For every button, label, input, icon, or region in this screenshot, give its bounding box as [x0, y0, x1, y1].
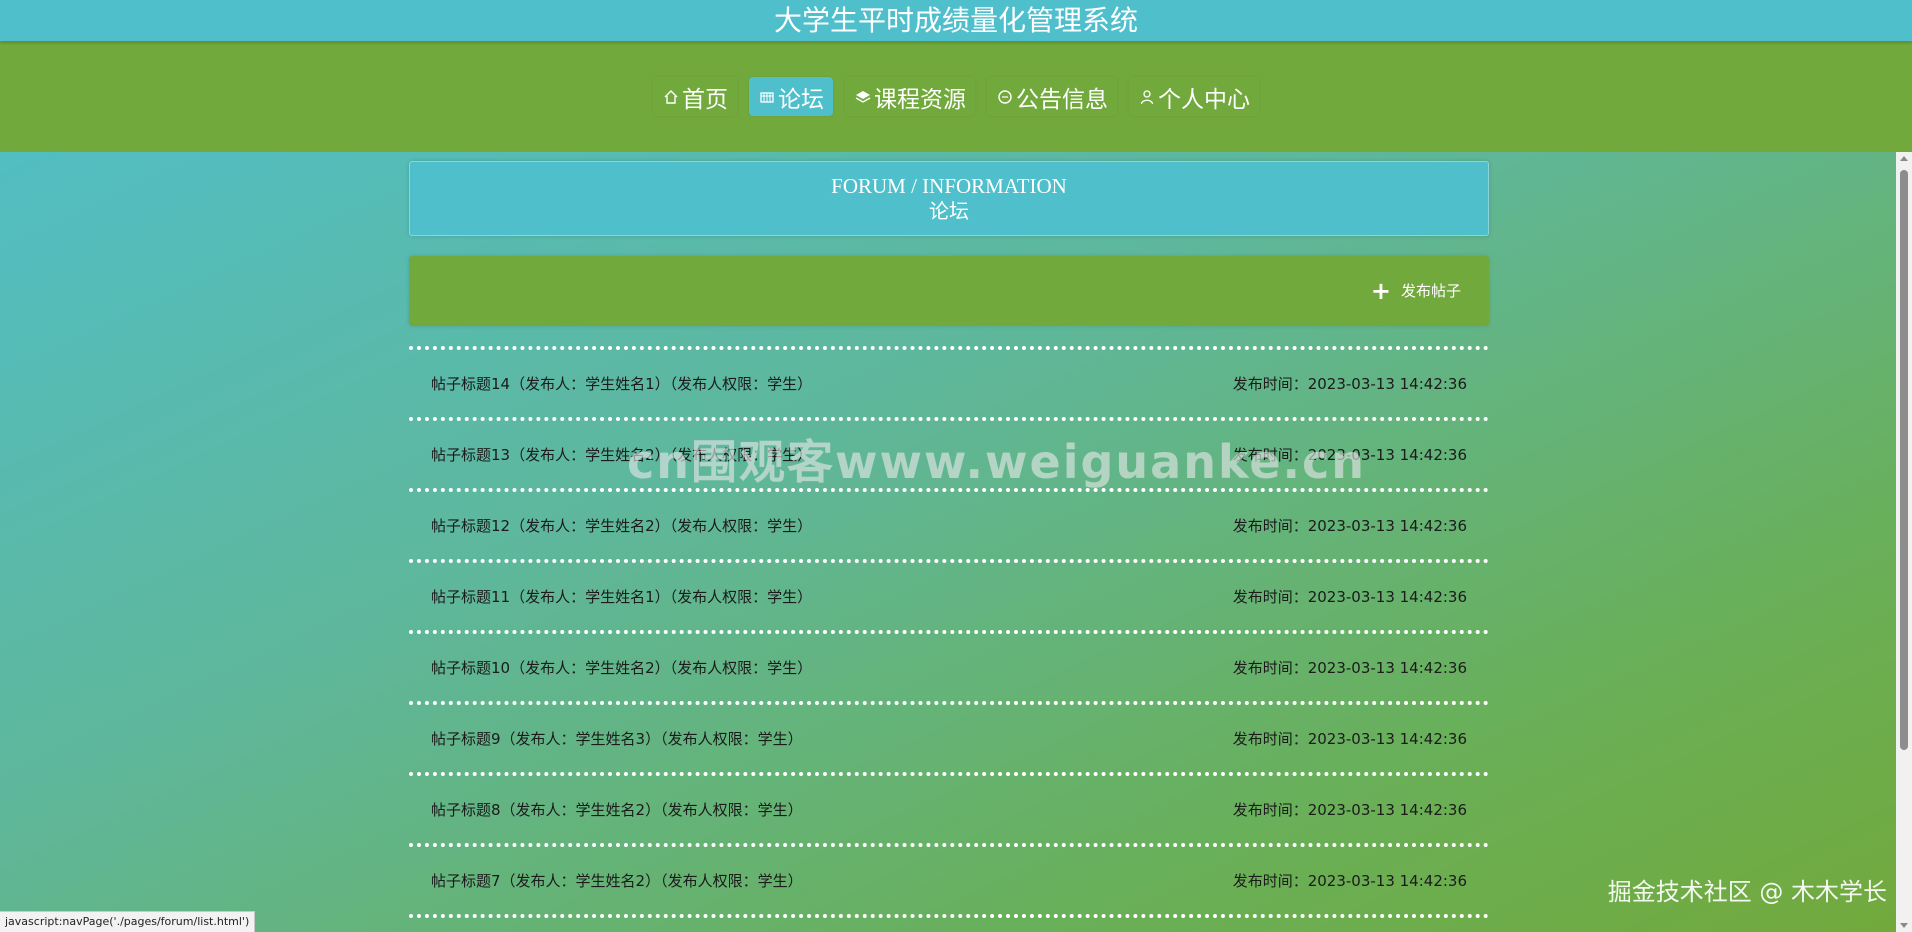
- post-title: 帖子标题11（发布人：学生姓名1）（发布人权限：学生）: [431, 588, 813, 606]
- list-item[interactable]: 帖子标题14（发布人：学生姓名1）（发布人权限：学生） 发布时间：2023-03…: [409, 346, 1489, 417]
- nav-band: 首页 论坛 课程资源 公告信息 个人中心: [0, 41, 1912, 152]
- nav-item-label: 首页: [682, 86, 728, 113]
- site-title: 大学生平时成绩量化管理系统: [773, 4, 1138, 37]
- nav-item-courses[interactable]: 课程资源: [845, 77, 975, 116]
- home-icon: [662, 88, 680, 106]
- post-time: 发布时间：2023-03-13 14:42:36: [1232, 517, 1467, 535]
- nav-item-label: 公告信息: [1016, 86, 1108, 113]
- post-title: 帖子标题13（发布人：学生姓名2）（发布人权限：学生）: [431, 446, 813, 464]
- page-header-en: FORUM / INFORMATION: [831, 174, 1067, 198]
- list-item[interactable]: 帖子标题9（发布人：学生姓名3）（发布人权限：学生） 发布时间：2023-03-…: [409, 701, 1489, 772]
- status-bar-url: javascript:navPage('./pages/forum/list.h…: [0, 911, 256, 932]
- post-title: 帖子标题10（发布人：学生姓名2）（发布人权限：学生）: [431, 659, 813, 677]
- plus-icon: +: [1370, 276, 1391, 305]
- forum-icon: [758, 88, 776, 106]
- post-title: 帖子标题14（发布人：学生姓名1）（发布人权限：学生）: [431, 375, 813, 393]
- main-nav: 首页 论坛 课程资源 公告信息 个人中心: [0, 77, 1912, 116]
- vertical-scrollbar[interactable]: [1896, 152, 1912, 932]
- page-header: FORUM / INFORMATION 论坛: [409, 161, 1489, 236]
- post-title: 帖子标题7（发布人：学生姓名2）（发布人权限：学生）: [431, 872, 803, 890]
- main-content: FORUM / INFORMATION 论坛 + 发布帖子 帖子标题14（发布人…: [409, 161, 1489, 918]
- post-time: 发布时间：2023-03-13 14:42:36: [1232, 730, 1467, 748]
- scroll-down-icon[interactable]: [1900, 923, 1908, 928]
- post-time: 发布时间：2023-03-13 14:42:36: [1232, 588, 1467, 606]
- post-time: 发布时间：2023-03-13 14:42:36: [1232, 801, 1467, 819]
- scrollbar-thumb[interactable]: [1900, 170, 1908, 750]
- list-item[interactable]: 帖子标题7（发布人：学生姓名2）（发布人权限：学生） 发布时间：2023-03-…: [409, 843, 1489, 914]
- list-item[interactable]: 帖子标题8（发布人：学生姓名2）（发布人权限：学生） 发布时间：2023-03-…: [409, 772, 1489, 843]
- nav-item-forum[interactable]: 论坛: [749, 77, 833, 116]
- nav-item-label: 个人中心: [1158, 86, 1250, 113]
- scroll-up-icon[interactable]: [1900, 156, 1908, 161]
- nav-item-notices[interactable]: 公告信息: [987, 77, 1117, 116]
- post-time: 发布时间：2023-03-13 14:42:36: [1232, 375, 1467, 393]
- post-list: 帖子标题14（发布人：学生姓名1）（发布人权限：学生） 发布时间：2023-03…: [409, 346, 1489, 918]
- nav-item-profile[interactable]: 个人中心: [1129, 77, 1259, 116]
- top-title-bar: 大学生平时成绩量化管理系统: [0, 0, 1912, 41]
- list-divider: [409, 914, 1489, 918]
- post-title: 帖子标题9（发布人：学生姓名3）（发布人权限：学生）: [431, 730, 803, 748]
- list-item[interactable]: 帖子标题11（发布人：学生姓名1）（发布人权限：学生） 发布时间：2023-03…: [409, 559, 1489, 630]
- notice-icon: [996, 88, 1014, 106]
- post-title: 帖子标题8（发布人：学生姓名2）（发布人权限：学生）: [431, 801, 803, 819]
- layers-icon: [854, 88, 872, 106]
- nav-item-label: 论坛: [778, 86, 824, 113]
- publish-post-label: 发布帖子: [1400, 282, 1461, 300]
- post-time: 发布时间：2023-03-13 14:42:36: [1232, 872, 1467, 890]
- page-header-cn: 论坛: [929, 199, 969, 223]
- post-title: 帖子标题12（发布人：学生姓名2）（发布人权限：学生）: [431, 517, 813, 535]
- action-bar: + 发布帖子: [409, 256, 1489, 326]
- list-item[interactable]: 帖子标题10（发布人：学生姓名2）（发布人权限：学生） 发布时间：2023-03…: [409, 630, 1489, 701]
- publish-post-button[interactable]: + 发布帖子: [1370, 276, 1461, 305]
- corner-watermark: 掘金技术社区 @ 木木学长: [1607, 878, 1887, 906]
- post-time: 发布时间：2023-03-13 14:42:36: [1232, 446, 1467, 464]
- user-icon: [1138, 88, 1156, 106]
- post-time: 发布时间：2023-03-13 14:42:36: [1232, 659, 1467, 677]
- nav-item-home[interactable]: 首页: [653, 77, 737, 116]
- list-item[interactable]: 帖子标题13（发布人：学生姓名2）（发布人权限：学生） 发布时间：2023-03…: [409, 417, 1489, 488]
- nav-item-label: 课程资源: [874, 86, 966, 113]
- list-item[interactable]: 帖子标题12（发布人：学生姓名2）（发布人权限：学生） 发布时间：2023-03…: [409, 488, 1489, 559]
